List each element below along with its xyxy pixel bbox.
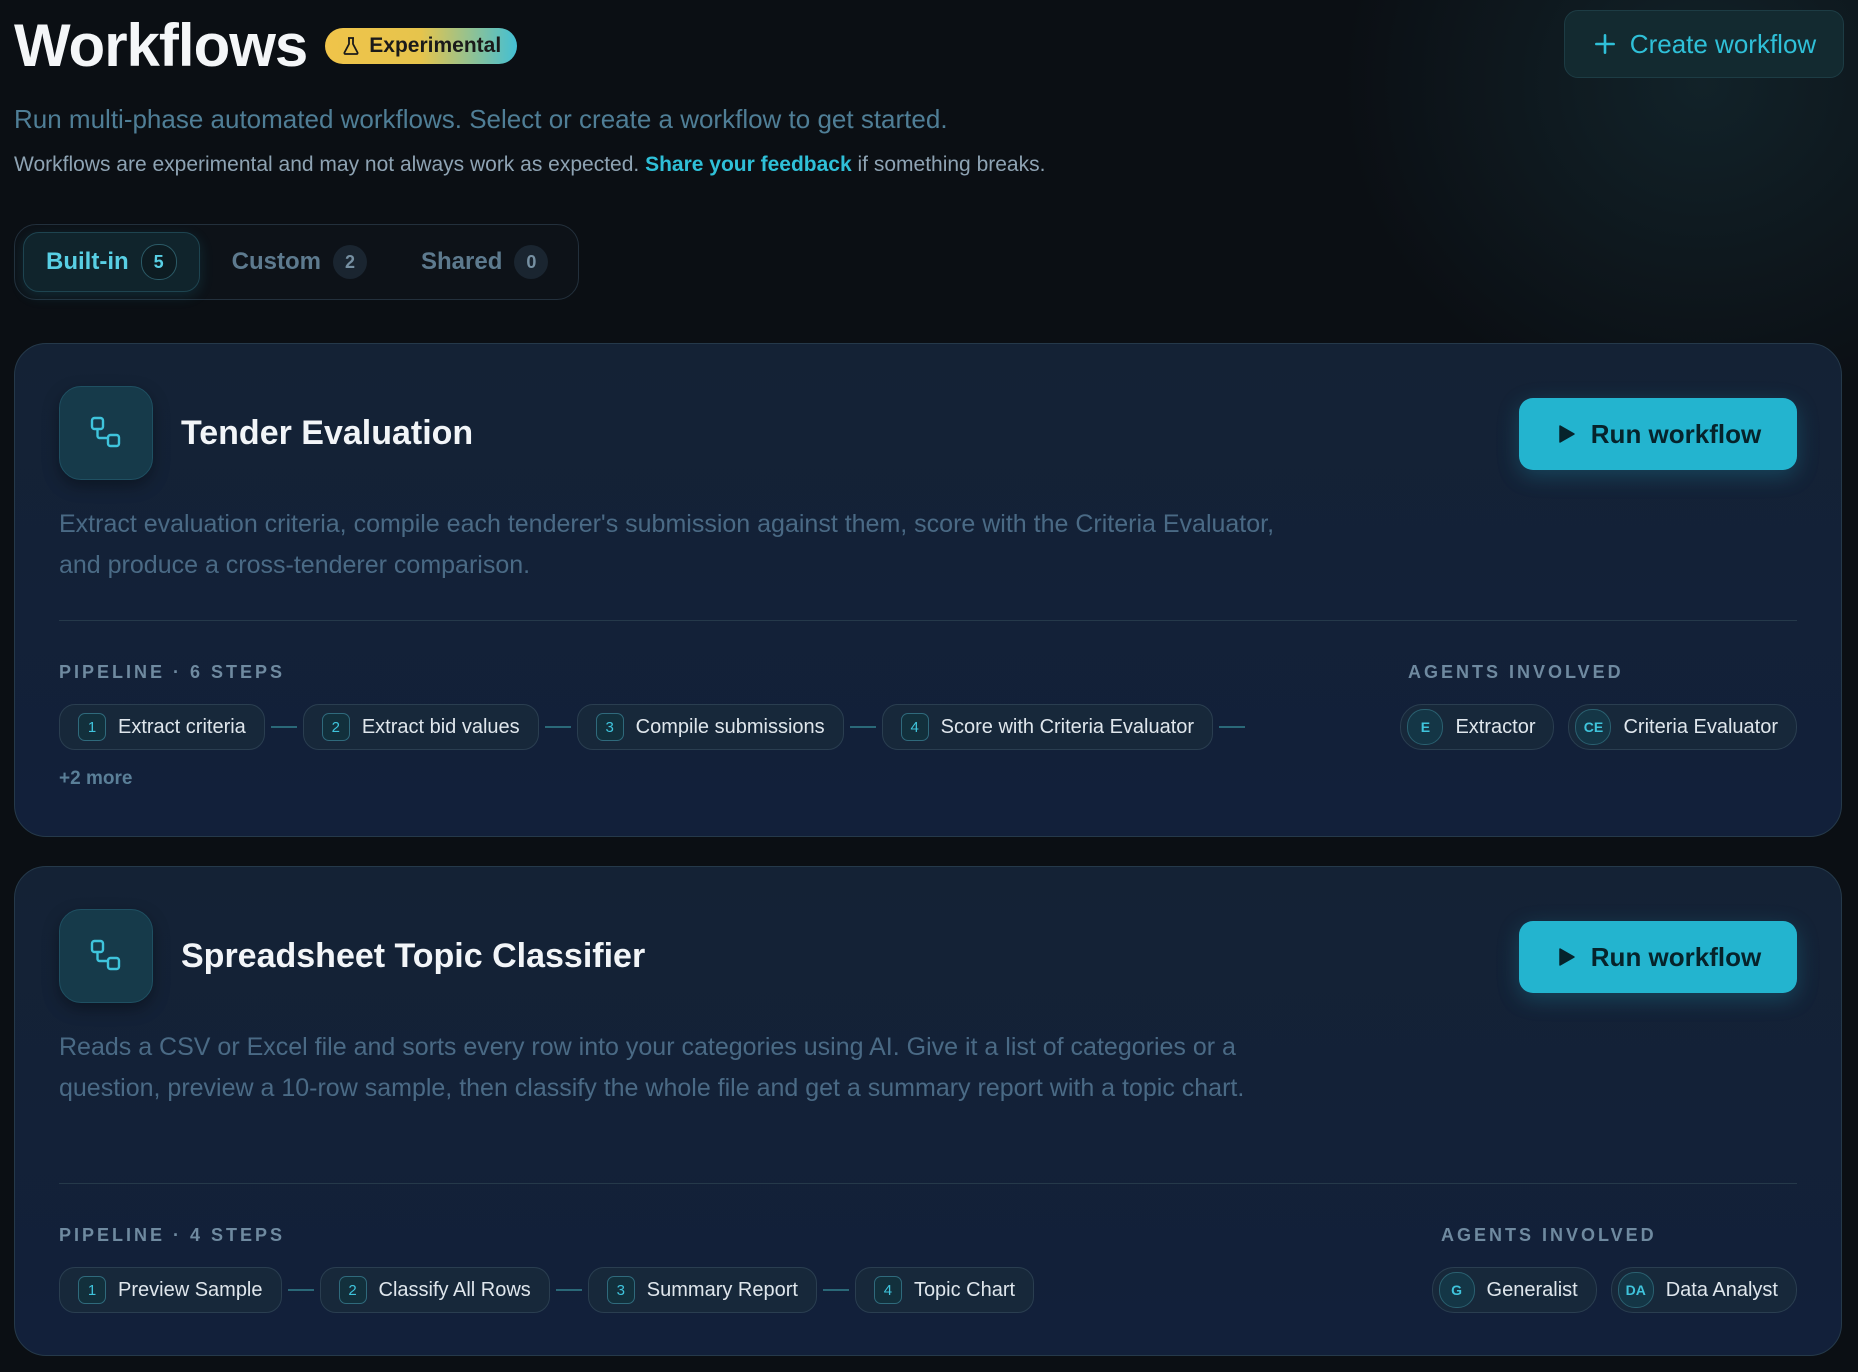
experimental-note: Workflows are experimental and may not a… bbox=[14, 153, 1844, 177]
agents-list: E Extractor CE Criteria Evaluator bbox=[1400, 704, 1797, 750]
experimental-badge: Experimental bbox=[325, 28, 518, 64]
step-number: 2 bbox=[321, 713, 350, 741]
tab-count: 0 bbox=[514, 245, 549, 279]
step-connector bbox=[270, 726, 297, 728]
tab-shared[interactable]: Shared 0 bbox=[399, 233, 570, 291]
flask-icon bbox=[343, 37, 359, 55]
create-workflow-button[interactable]: Create workflow bbox=[1564, 10, 1844, 78]
note-text-after: if something breaks. bbox=[857, 153, 1046, 176]
pipeline-label: PIPELINE · 6 STEPS bbox=[59, 662, 286, 682]
step-connector bbox=[555, 1289, 582, 1291]
run-workflow-label: Run workflow bbox=[1590, 418, 1762, 449]
step-number: 1 bbox=[78, 713, 106, 741]
workflow-description: Reads a CSV or Excel file and sorts ever… bbox=[59, 1033, 1245, 1102]
step-number: 4 bbox=[900, 713, 929, 741]
plus-icon bbox=[1594, 34, 1615, 54]
agent-chip: G Generalist bbox=[1431, 1267, 1597, 1313]
tab-count: 2 bbox=[332, 245, 367, 279]
workflow-title: Tender Evaluation bbox=[181, 414, 474, 452]
pipeline-label: PIPELINE · 4 STEPS bbox=[59, 1225, 286, 1245]
step-label: Classify All Rows bbox=[378, 1278, 531, 1301]
step-label: Compile submissions bbox=[635, 715, 825, 738]
create-workflow-label: Create workflow bbox=[1629, 28, 1817, 59]
workflows-page: Workflows Experimental Create workflow R… bbox=[0, 0, 1858, 1372]
step-number: 3 bbox=[606, 1276, 635, 1304]
step-connector bbox=[1219, 726, 1246, 728]
step-number: 3 bbox=[595, 713, 624, 741]
share-feedback-link[interactable]: Share your feedback bbox=[645, 153, 852, 176]
note-text: Workflows are experimental and may not a… bbox=[14, 153, 640, 176]
tab-count: 5 bbox=[140, 244, 177, 280]
agent-name: Extractor bbox=[1455, 715, 1536, 738]
card-divider bbox=[59, 1183, 1797, 1184]
workflow-title: Spreadsheet Topic Classifier bbox=[181, 937, 646, 975]
agent-name: Data Analyst bbox=[1665, 1278, 1778, 1301]
workflow-card-tender-evaluation: Tender Evaluation Run workflow Extract e… bbox=[14, 343, 1842, 837]
step-connector bbox=[544, 726, 571, 728]
step-number: 4 bbox=[873, 1276, 902, 1304]
run-workflow-button[interactable]: Run workflow bbox=[1519, 398, 1797, 470]
page-header: Workflows Experimental Create workflow R… bbox=[14, 10, 1844, 177]
agent-chip: E Extractor bbox=[1400, 704, 1555, 750]
agents-label: AGENTS INVOLVED bbox=[1441, 1225, 1657, 1245]
page-title: Workflows bbox=[14, 12, 308, 79]
avatar: E bbox=[1407, 709, 1444, 745]
pipeline-step: 3 Summary Report bbox=[587, 1267, 817, 1313]
tab-built-in[interactable]: Built-in 5 bbox=[23, 232, 200, 292]
step-label: Summary Report bbox=[646, 1278, 798, 1301]
agent-chip: DA Data Analyst bbox=[1610, 1267, 1797, 1313]
workflow-tabs: Built-in 5 Custom 2 Shared 0 bbox=[14, 224, 580, 300]
pipeline-step: 1 Preview Sample bbox=[59, 1267, 282, 1313]
workflow-icon bbox=[59, 386, 153, 480]
workflow-card-spreadsheet-topic-classifier: Spreadsheet Topic Classifier Run workflo… bbox=[14, 866, 1842, 1356]
step-label: Topic Chart bbox=[913, 1278, 1016, 1301]
pipeline-step: 2 Extract bid values bbox=[302, 704, 539, 750]
tab-label: Built-in bbox=[46, 248, 129, 275]
step-label: Extract bid values bbox=[361, 715, 520, 738]
pipeline-steps: 1 Extract criteria 2 Extract bid values … bbox=[59, 704, 1251, 750]
step-connector bbox=[822, 1289, 849, 1291]
avatar: DA bbox=[1617, 1272, 1654, 1308]
agent-chip: CE Criteria Evaluator bbox=[1568, 704, 1797, 750]
step-number: 1 bbox=[78, 1276, 106, 1304]
more-steps-link[interactable]: +2 more bbox=[59, 768, 132, 790]
badge-label: Experimental bbox=[369, 34, 502, 57]
agents-list: G Generalist DA Data Analyst bbox=[1431, 1267, 1797, 1313]
agents-label: AGENTS INVOLVED bbox=[1408, 662, 1624, 682]
pipeline-step: 2 Classify All Rows bbox=[319, 1267, 550, 1313]
step-label: Preview Sample bbox=[118, 1278, 263, 1301]
workflow-nodes-icon bbox=[90, 416, 121, 448]
step-connector bbox=[287, 1289, 314, 1291]
tab-label: Shared bbox=[420, 248, 503, 275]
pipeline-step: 4 Topic Chart bbox=[854, 1267, 1035, 1313]
page-subtitle: Run multi-phase automated workflows. Sel… bbox=[14, 104, 948, 134]
workflow-icon bbox=[59, 909, 153, 1003]
pipeline-steps: 1 Preview Sample 2 Classify All Rows 3 S… bbox=[59, 1267, 1035, 1313]
run-workflow-label: Run workflow bbox=[1590, 941, 1762, 972]
play-icon bbox=[1559, 948, 1575, 966]
step-label: Extract criteria bbox=[118, 715, 246, 738]
workflow-description: Extract evaluation criteria, compile eac… bbox=[59, 510, 1275, 579]
pipeline-step: 3 Compile submissions bbox=[576, 704, 844, 750]
agent-name: Criteria Evaluator bbox=[1623, 715, 1778, 738]
avatar: G bbox=[1438, 1272, 1475, 1308]
pipeline-step: 4 Score with Criteria Evaluator bbox=[881, 704, 1214, 750]
run-workflow-button[interactable]: Run workflow bbox=[1519, 921, 1797, 993]
tab-custom[interactable]: Custom 2 bbox=[210, 233, 389, 291]
workflow-nodes-icon bbox=[90, 939, 121, 971]
step-connector bbox=[849, 726, 876, 728]
avatar: CE bbox=[1575, 709, 1612, 745]
agent-name: Generalist bbox=[1486, 1278, 1578, 1301]
play-icon bbox=[1559, 425, 1575, 443]
tab-label: Custom bbox=[231, 248, 321, 275]
pipeline-step: 1 Extract criteria bbox=[59, 704, 265, 750]
card-divider bbox=[59, 620, 1797, 621]
step-label: Score with Criteria Evaluator bbox=[940, 715, 1195, 738]
step-number: 2 bbox=[338, 1276, 367, 1304]
